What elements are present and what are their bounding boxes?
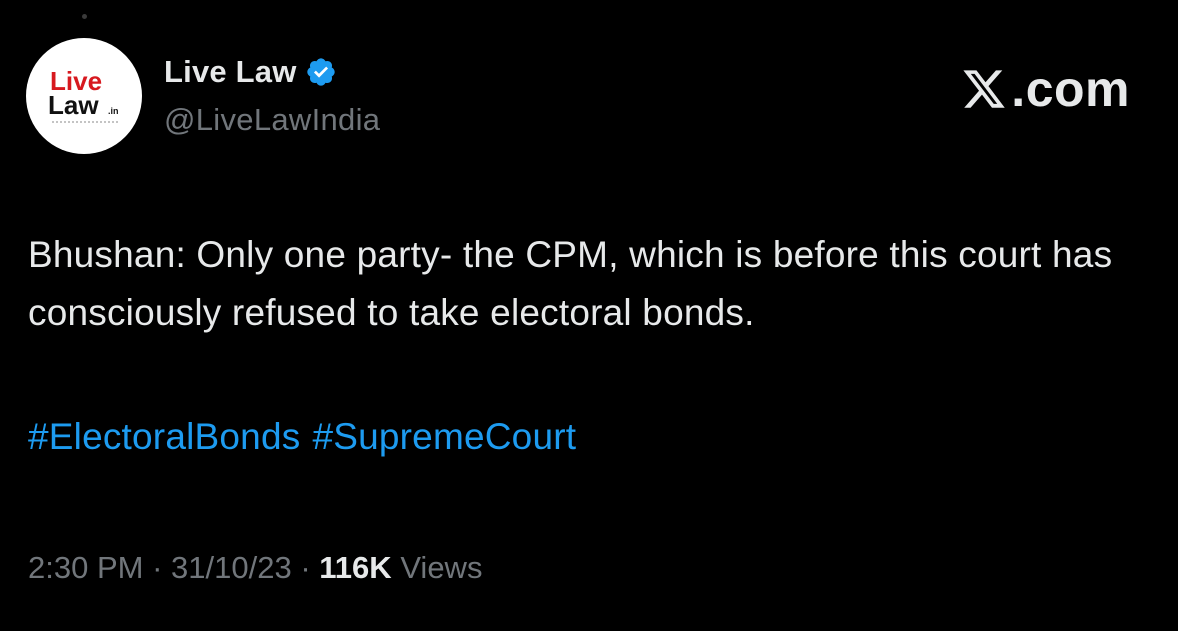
logo-line2: Law xyxy=(48,90,99,120)
views-label: Views xyxy=(400,550,483,585)
user-handle[interactable]: @LiveLawIndia xyxy=(164,102,380,138)
tweet-text: Bhushan: Only one party- the CPM, which … xyxy=(28,234,1113,333)
hashtag-electoral-bonds[interactable]: #ElectoralBonds xyxy=(28,416,300,457)
verified-badge-icon[interactable] xyxy=(305,56,337,88)
logo-suffix: .in xyxy=(108,106,119,116)
tweet-meta: 2:30 PM · 31/10/23 · 116K Views xyxy=(28,546,482,590)
brand-domain-text: .com xyxy=(1011,61,1130,117)
live-law-logo: Live Law .in xyxy=(48,66,119,123)
x-logo-icon xyxy=(963,70,1006,108)
avatar[interactable]: Live Law .in xyxy=(26,38,142,154)
meta-separator: · xyxy=(152,550,163,585)
display-name[interactable]: Live Law xyxy=(164,54,297,90)
author-identity: Live Law @LiveLawIndia xyxy=(164,52,380,138)
tweet-time[interactable]: 2:30 PM xyxy=(28,550,143,585)
views-count[interactable]: 116K xyxy=(319,550,391,585)
x-brand: .com xyxy=(959,60,1130,118)
hashtags: #ElectoralBonds #SupremeCourt xyxy=(28,412,588,462)
name-row: Live Law xyxy=(164,52,380,92)
tweet-date[interactable]: 31/10/23 xyxy=(171,550,292,585)
top-indicator-dot xyxy=(82,14,87,19)
hashtag-supreme-court[interactable]: #SupremeCourt xyxy=(312,416,576,457)
meta-separator: · xyxy=(300,550,311,585)
